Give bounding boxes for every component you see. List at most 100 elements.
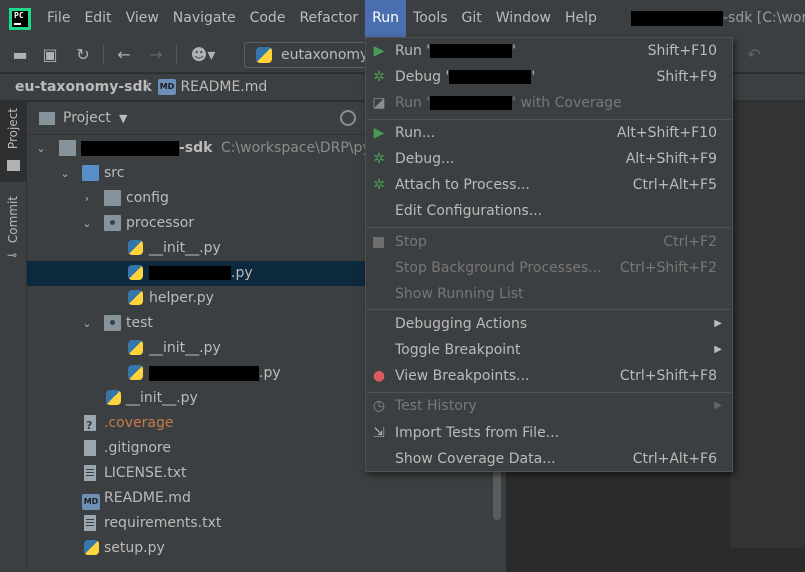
menu-edit[interactable]: Edit xyxy=(77,0,118,37)
shortcut-label: Ctrl+Shift+F2 xyxy=(619,260,717,276)
shortcut-label: Shift+F10 xyxy=(647,43,717,59)
toolbar-divider xyxy=(103,45,104,65)
vcs-user-icon[interactable]: ☻▾ xyxy=(186,45,220,65)
submenu-arrow-icon: ▶ xyxy=(714,318,722,329)
menu-debugging-actions[interactable]: Debugging Actions ▶ xyxy=(366,311,732,337)
breadcrumb-file-label: README.md xyxy=(180,79,268,95)
chevron-down-icon[interactable]: ⌄ xyxy=(81,211,93,236)
menu-view[interactable]: View xyxy=(119,0,166,37)
redacted-block xyxy=(631,10,723,26)
tree-item-setup[interactable]: setup.py xyxy=(27,536,506,561)
menu-stop-background[interactable]: Stop Background Processes... Ctrl+Shift+… xyxy=(366,255,732,281)
side-tab-commit-label: Commit xyxy=(6,196,20,244)
menu-show-running-list[interactable]: Show Running List xyxy=(366,281,732,307)
folder-icon xyxy=(104,190,121,206)
redacted-block xyxy=(430,96,513,110)
tree-partial-row xyxy=(27,564,506,572)
menu-tools[interactable]: Tools xyxy=(406,0,455,37)
git-file-icon xyxy=(84,440,96,456)
menu-run[interactable]: Run xyxy=(365,0,407,37)
menu-item-label: Show Running List xyxy=(395,286,524,302)
tree-item-label: setup.py xyxy=(104,540,165,556)
tree-item-requirements[interactable]: requirements.txt xyxy=(27,511,506,536)
menu-run-with-coverage[interactable]: ◪ Run ' ' with Coverage xyxy=(366,90,732,116)
menu-refactor[interactable]: Refactor xyxy=(292,0,365,37)
editor-right-area xyxy=(730,102,805,548)
sync-icon[interactable]: ↻ xyxy=(73,45,93,65)
shortcut-label: Ctrl+Alt+F5 xyxy=(632,177,717,193)
shortcut-label: Ctrl+Shift+F8 xyxy=(619,368,717,384)
python-icon xyxy=(256,47,272,63)
breadcrumb-file[interactable]: MD README.md xyxy=(158,74,267,101)
menu-edit-configurations[interactable]: Edit Configurations... xyxy=(366,198,732,224)
python-file-icon xyxy=(106,390,121,405)
menu-window[interactable]: Window xyxy=(489,0,558,37)
back-icon[interactable]: ← xyxy=(114,45,134,65)
menu-git[interactable]: Git xyxy=(455,0,489,37)
menu-code[interactable]: Code xyxy=(243,0,293,37)
tree-item-label: .coverage xyxy=(104,415,174,431)
menu-navigate[interactable]: Navigate xyxy=(166,0,243,37)
unknown-file-icon xyxy=(84,413,96,438)
shortcut-label: Ctrl+Alt+F6 xyxy=(632,451,717,467)
breadcrumb-root[interactable]: eu-taxonomy-sdk xyxy=(15,74,152,101)
python-file-icon xyxy=(128,365,143,380)
menu-item-label: Run ' ' with Coverage xyxy=(395,95,622,111)
chevron-down-icon[interactable]: ▼ xyxy=(119,102,127,135)
menu-item-label: Debug ' ' xyxy=(395,69,536,85)
run-config-selector[interactable]: eutaxonomy xyxy=(244,42,374,68)
chevron-down-icon[interactable]: ⌄ xyxy=(59,161,71,186)
submenu-arrow-icon: ▶ xyxy=(714,400,722,411)
attach-debugger-icon: ✲ xyxy=(373,177,385,193)
menu-item-label: Edit Configurations... xyxy=(395,203,543,219)
side-tab-commit[interactable]: Commit ⊸ xyxy=(0,188,27,268)
menu-run-config[interactable]: ▶ Run ' ' Shift+F10 xyxy=(366,38,732,64)
menu-item-label: View Breakpoints... xyxy=(395,368,530,384)
python-file-icon xyxy=(128,265,143,280)
project-view-selector[interactable]: Project xyxy=(63,102,111,135)
chevron-right-icon[interactable]: › xyxy=(81,186,93,211)
menu-attach-to-process[interactable]: ✲ Attach to Process... Ctrl+Alt+F5 xyxy=(366,172,732,198)
menu-toggle-breakpoint[interactable]: Toggle Breakpoint ▶ xyxy=(366,337,732,363)
chevron-down-icon[interactable]: ⌄ xyxy=(81,311,93,336)
save-icon[interactable]: ▣ xyxy=(40,45,60,65)
tree-item-label: test xyxy=(126,315,153,331)
tree-item-label: .py xyxy=(149,261,253,286)
text-file-icon xyxy=(84,515,96,531)
tree-root-path: C:\workspace\DRP\pyth xyxy=(220,140,386,156)
tree-item-label: config xyxy=(126,190,169,206)
menu-debug-dots[interactable]: ✲ Debug... Alt+Shift+F9 xyxy=(366,146,732,172)
side-tab-project-label: Project xyxy=(6,108,20,150)
forward-icon[interactable]: → xyxy=(146,45,166,65)
menu-show-coverage-data[interactable]: Show Coverage Data... Ctrl+Alt+F6 xyxy=(366,446,732,472)
window-title: -sdk [C:\work xyxy=(631,0,805,37)
menu-stop[interactable]: Stop Ctrl+F2 xyxy=(366,229,732,255)
menu-debug-config[interactable]: ✲ Debug ' ' Shift+F9 xyxy=(366,64,732,90)
side-tab-project[interactable]: Project xyxy=(0,102,27,182)
breakpoints-icon: ● xyxy=(372,368,386,384)
tree-item-readme[interactable]: MD README.md xyxy=(27,486,506,511)
menu-run-dots[interactable]: ▶ Run... Alt+Shift+F10 xyxy=(366,120,732,146)
menu-test-history[interactable]: ◷ Test History ▶ xyxy=(366,393,732,419)
markdown-file-icon: MD xyxy=(158,79,176,95)
menu-help[interactable]: Help xyxy=(558,0,604,37)
package-folder-icon xyxy=(104,315,121,331)
menu-item-label: Attach to Process... xyxy=(395,177,530,193)
tree-item-ext: .py xyxy=(259,365,281,381)
menu-view-breakpoints[interactable]: ● View Breakpoints... Ctrl+Shift+F8 xyxy=(366,363,732,389)
chevron-down-icon[interactable]: ⌄ xyxy=(35,136,47,161)
menu-file[interactable]: File xyxy=(40,0,77,37)
menu-item-label: Run... xyxy=(395,125,436,141)
stop-icon xyxy=(373,237,384,248)
menu-separator xyxy=(367,309,731,310)
locate-file-icon[interactable] xyxy=(340,110,356,126)
open-folder-icon[interactable]: ▬ xyxy=(10,45,30,65)
undo-icon[interactable]: ↶ xyxy=(744,45,764,65)
tree-root-label: -sdk C:\workspace\DRP\pyth xyxy=(81,136,385,161)
menu-item-label: Show Coverage Data... xyxy=(395,451,556,467)
menu-import-tests[interactable]: ⇲ Import Tests from File... xyxy=(366,420,732,446)
python-file-icon xyxy=(128,340,143,355)
import-icon: ⇲ xyxy=(373,425,385,441)
menu-item-label: Run ' ' xyxy=(395,43,517,59)
debug-bug-icon: ✲ xyxy=(373,69,385,85)
